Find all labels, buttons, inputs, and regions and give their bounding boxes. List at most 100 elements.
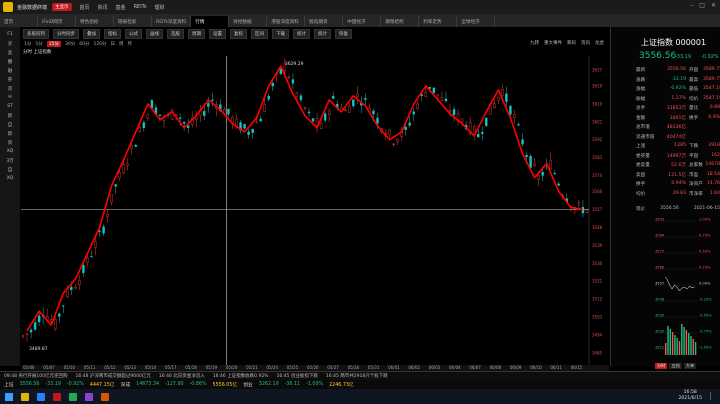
period-7[interactable]: 周 [119, 41, 124, 47]
tab-5[interactable]: 行情 [191, 16, 230, 27]
tab-1[interactable]: iFinD网页 [38, 16, 76, 27]
left-tool-12[interactable]: 资 [2, 139, 18, 146]
left-tool-11[interactable]: 新 [2, 130, 18, 137]
left-tool-14[interactable]: 3万 [2, 157, 18, 164]
left-tool-8[interactable]: ST [2, 103, 18, 110]
chart-tool-11[interactable]: 下载 [272, 28, 289, 39]
news-item[interactable]: 16:46 北向资金净流入 [159, 373, 205, 379]
candle-body [62, 305, 65, 307]
news-item[interactable]: 16:45 创业板指下跌 [276, 373, 317, 379]
index-strip-name[interactable]: 深成 [121, 381, 131, 388]
chart-tool-1[interactable]: 分时同步 [53, 28, 79, 39]
tab-6[interactable]: 财经数据 [229, 16, 268, 27]
mini-tab-1[interactable]: 五档 [669, 363, 682, 369]
chart-tool-12[interactable]: 统计 [293, 28, 310, 39]
chart-tool-5[interactable]: 画线 [146, 28, 163, 39]
left-tool-16[interactable]: XQ [2, 175, 18, 182]
chart-tool-8[interactable]: 设置 [209, 28, 226, 39]
index-strip-name[interactable]: 创业 [243, 381, 253, 388]
browser-icon[interactable] [37, 392, 45, 401]
index-strip-name[interactable]: 上证 [4, 381, 14, 388]
candle-body [533, 163, 536, 166]
wechat-icon[interactable] [69, 392, 77, 401]
right-link-3[interactable]: 资讯 [581, 40, 590, 46]
news-item[interactable]: 16:46 上证指数收跌0.92% [213, 373, 269, 379]
menu-item-news[interactable]: 资讯 [98, 4, 108, 11]
pdf-icon[interactable] [101, 392, 109, 401]
menu-item-fund[interactable]: 基金 [116, 4, 126, 11]
chart-tool-7[interactable]: 周期 [188, 28, 205, 39]
quote-label: 涨跌 [636, 77, 646, 83]
left-tool-10[interactable]: 自 [2, 121, 18, 128]
right-link-0[interactable]: 九转 [530, 40, 539, 46]
right-link-1[interactable]: 重大事件 [544, 40, 562, 46]
period-0[interactable]: 1分 [24, 41, 31, 47]
mini-tab-2[interactable]: 大单 [683, 363, 697, 369]
tab-9[interactable]: 中国经济 [343, 16, 382, 27]
menu-item-home[interactable]: 首页 [80, 4, 90, 11]
chart-tool-6[interactable]: 选股 [167, 28, 184, 39]
show-desktop-button[interactable] [710, 392, 716, 400]
candle-body [364, 98, 367, 100]
left-tool-0[interactable]: F1 [2, 31, 18, 38]
period-4[interactable]: 60分 [79, 41, 89, 47]
menu-item-wealth[interactable]: 理财 [155, 4, 165, 11]
left-tool-13[interactable]: XQ [2, 148, 18, 155]
left-tool-2[interactable]: 卖 [2, 49, 18, 56]
period-6[interactable]: 日 [111, 41, 116, 47]
left-tool-7[interactable]: H [2, 94, 18, 101]
period-3[interactable]: 30分 [65, 41, 75, 47]
period-1[interactable]: 5分 [35, 41, 42, 47]
tab-0[interactable]: 首页 [0, 16, 38, 27]
menu-item-reits[interactable]: REITs [134, 4, 147, 10]
chart-tool-0[interactable]: 多股同列 [23, 28, 49, 39]
right-link-2[interactable]: 筹码 [567, 40, 576, 46]
tab-4[interactable]: REITs深度资料 [152, 16, 192, 27]
maximize-icon[interactable]: □ [699, 2, 705, 9]
tab-7[interactable]: 港股深度资料 [267, 16, 306, 27]
candle-body [251, 128, 254, 133]
system-clock[interactable]: 16:58 2021/6/15 [678, 390, 702, 402]
chart-tool-4[interactable]: 公式 [125, 28, 142, 39]
left-tool-1[interactable]: 买 [2, 40, 18, 47]
chart-tool-13[interactable]: 统计 [314, 28, 331, 39]
chart-tool-3[interactable]: 指标 [104, 28, 121, 39]
left-tool-5[interactable]: 券 [2, 76, 18, 83]
obs-icon[interactable] [85, 392, 93, 401]
chart-tool-9[interactable]: 复权 [230, 28, 247, 39]
quote-label: 总市值 [636, 125, 650, 130]
close-icon[interactable]: ✕ [711, 2, 716, 9]
tab-8[interactable]: 股指期货 [305, 16, 344, 27]
trading-app-icon[interactable] [53, 392, 61, 401]
tab-11[interactable]: 利率走势 [419, 16, 458, 27]
tab-2[interactable]: 特色指标 [76, 16, 114, 27]
chart-tool-2[interactable]: 叠加 [83, 28, 100, 39]
left-tool-3[interactable]: 撤 [2, 58, 18, 65]
period-2[interactable]: 15分 [46, 41, 61, 47]
candle-body [307, 111, 311, 114]
period-8[interactable]: 月 [128, 41, 133, 47]
period-5[interactable]: 120分 [93, 41, 106, 47]
chart-tool-14[interactable]: 恢复 [335, 28, 352, 39]
left-tool-6[interactable]: 双 [2, 85, 18, 92]
tab-10[interactable]: 期限结构 [381, 16, 420, 27]
left-tool-15[interactable]: 自 [2, 166, 18, 173]
intraday-mini-chart[interactable]: 3593 1.00% 3584 0.75% 3575 0.50% 3566 0.25% 3557… [655, 215, 719, 361]
right-link-4[interactable]: 龙虎 [595, 40, 604, 46]
mini-volume-bar [676, 338, 678, 355]
chart-tool-10[interactable]: 区间 [251, 28, 268, 39]
news-item[interactable]: 09:48 央行开展100亿元逆回购 [4, 373, 68, 379]
candlestick-chart[interactable]: 3627 3619 3610 3601 3592 3583 3574 3566 3557 3548… [21, 56, 609, 365]
news-item[interactable]: 16:48 沪深两市成交额超过9000亿元 [76, 373, 151, 379]
left-tool-4[interactable]: 融 [2, 67, 18, 74]
candle-body [585, 209, 589, 213]
start-menu-icon[interactable] [5, 392, 13, 401]
minimize-icon[interactable]: – [690, 2, 693, 9]
tab-3[interactable]: 研报检索 [114, 16, 152, 27]
news-item[interactable]: 16:45 两市共2918只个股下跌 [326, 373, 388, 379]
left-tool-9[interactable]: 新 [2, 112, 18, 119]
file-explorer-icon[interactable] [21, 392, 29, 401]
tab-12[interactable]: 全球经济 [457, 16, 496, 27]
mini-tab-0[interactable]: 分时 [655, 363, 668, 369]
brand-badge[interactable]: 主显示 [52, 3, 72, 11]
